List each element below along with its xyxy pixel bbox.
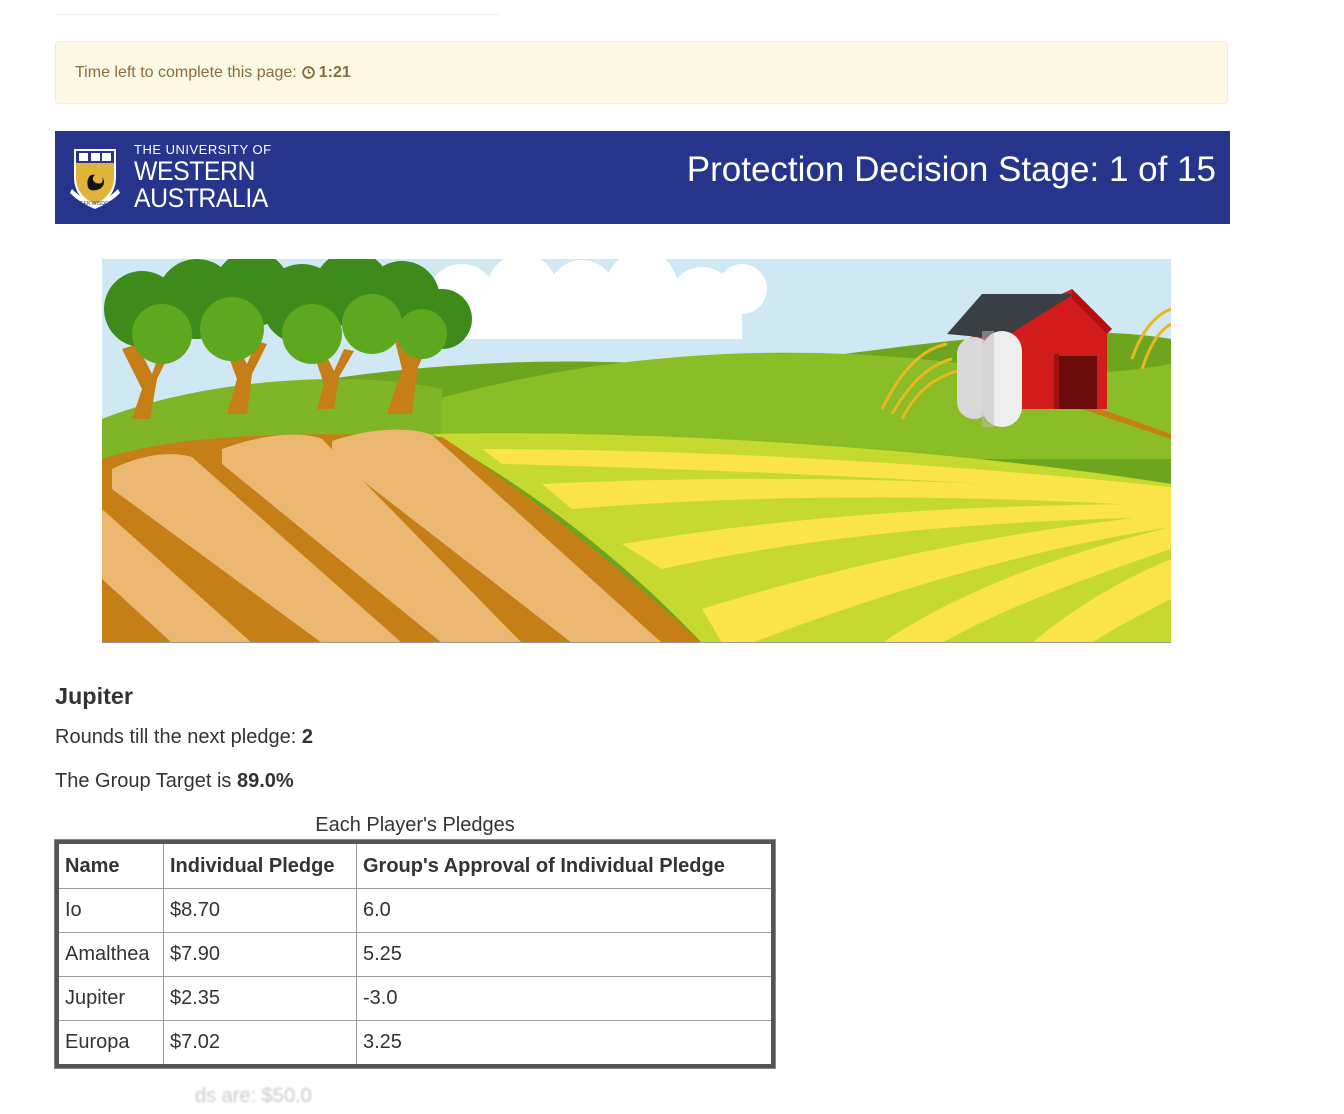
cell-name: Io bbox=[56, 888, 164, 933]
logo-line-2: WESTERN bbox=[134, 156, 255, 186]
cell-approval: 6.0 bbox=[356, 888, 774, 933]
cell-approval: 3.25 bbox=[356, 1020, 774, 1067]
cell-name: Europa bbox=[56, 1020, 164, 1067]
column-header-name: Name bbox=[56, 841, 164, 889]
player-name: Jupiter bbox=[55, 683, 133, 709]
target-value: 89.0% bbox=[236, 770, 294, 792]
rounds-till-pledge: Rounds till the next pledge: 2 bbox=[55, 726, 313, 749]
divider bbox=[55, 14, 500, 15]
table-row: Amalthea $7.90 5.25 bbox=[56, 932, 774, 977]
column-header-individual-pledge: Individual Pledge bbox=[163, 841, 357, 889]
header-banner: SEEK WISDOM THE UNIVERSITY OF WESTERN AU… bbox=[55, 131, 1230, 224]
university-crest-icon: SEEK WISDOM bbox=[70, 149, 120, 209]
pledge-table-container: Each Player's Pledges Name Individual Pl… bbox=[55, 811, 775, 1068]
stage-title: Protection Decision Stage: 1 of 15 bbox=[686, 150, 1216, 189]
farm-illustration bbox=[102, 259, 1171, 643]
logo-line-3: AUSTRALIA bbox=[134, 183, 268, 213]
logo-line-1: THE UNIVERSITY OF bbox=[134, 142, 272, 157]
group-target: The Group Target is 89.0% bbox=[55, 770, 294, 793]
timer-label: Time left to complete this page: bbox=[75, 63, 297, 81]
timer-value: 1:21 bbox=[318, 63, 351, 81]
table-header-row: Name Individual Pledge Group's Approval … bbox=[56, 841, 774, 889]
cell-pledge: $2.35 bbox=[163, 976, 357, 1021]
table-row: Europa $7.02 3.25 bbox=[56, 1020, 774, 1067]
cell-name: Jupiter bbox=[56, 976, 164, 1021]
rounds-value: 2 bbox=[301, 726, 313, 748]
page: Time left to complete this page: 1:21 SE… bbox=[0, 0, 1344, 1114]
cell-pledge: $8.70 bbox=[163, 888, 357, 933]
cell-approval: 5.25 bbox=[356, 932, 774, 977]
cell-pledge: $7.90 bbox=[163, 932, 357, 977]
clock-icon bbox=[301, 66, 315, 79]
university-logo: THE UNIVERSITY OF WESTERN AUSTRALIA bbox=[134, 143, 280, 212]
column-header-group-approval: Group's Approval of Individual Pledge bbox=[356, 841, 774, 889]
table-caption: Each Player's Pledges bbox=[315, 814, 515, 836]
cell-name: Amalthea bbox=[56, 932, 164, 977]
table-row: Jupiter $2.35 -3.0 bbox=[56, 976, 774, 1021]
partial-footer-text: ds are: $50.0 bbox=[195, 1085, 312, 1107]
target-label: The Group Target is bbox=[55, 770, 232, 792]
pledge-table: Name Individual Pledge Group's Approval … bbox=[55, 840, 775, 1068]
cell-pledge: $7.02 bbox=[163, 1020, 357, 1067]
timer-alert: Time left to complete this page: 1:21 bbox=[55, 41, 1228, 104]
crest-motto: SEEK WISDOM bbox=[77, 201, 113, 207]
rounds-label: Rounds till the next pledge: bbox=[55, 726, 297, 748]
table-row: Io $8.70 6.0 bbox=[56, 888, 774, 933]
cell-approval: -3.0 bbox=[356, 976, 774, 1021]
